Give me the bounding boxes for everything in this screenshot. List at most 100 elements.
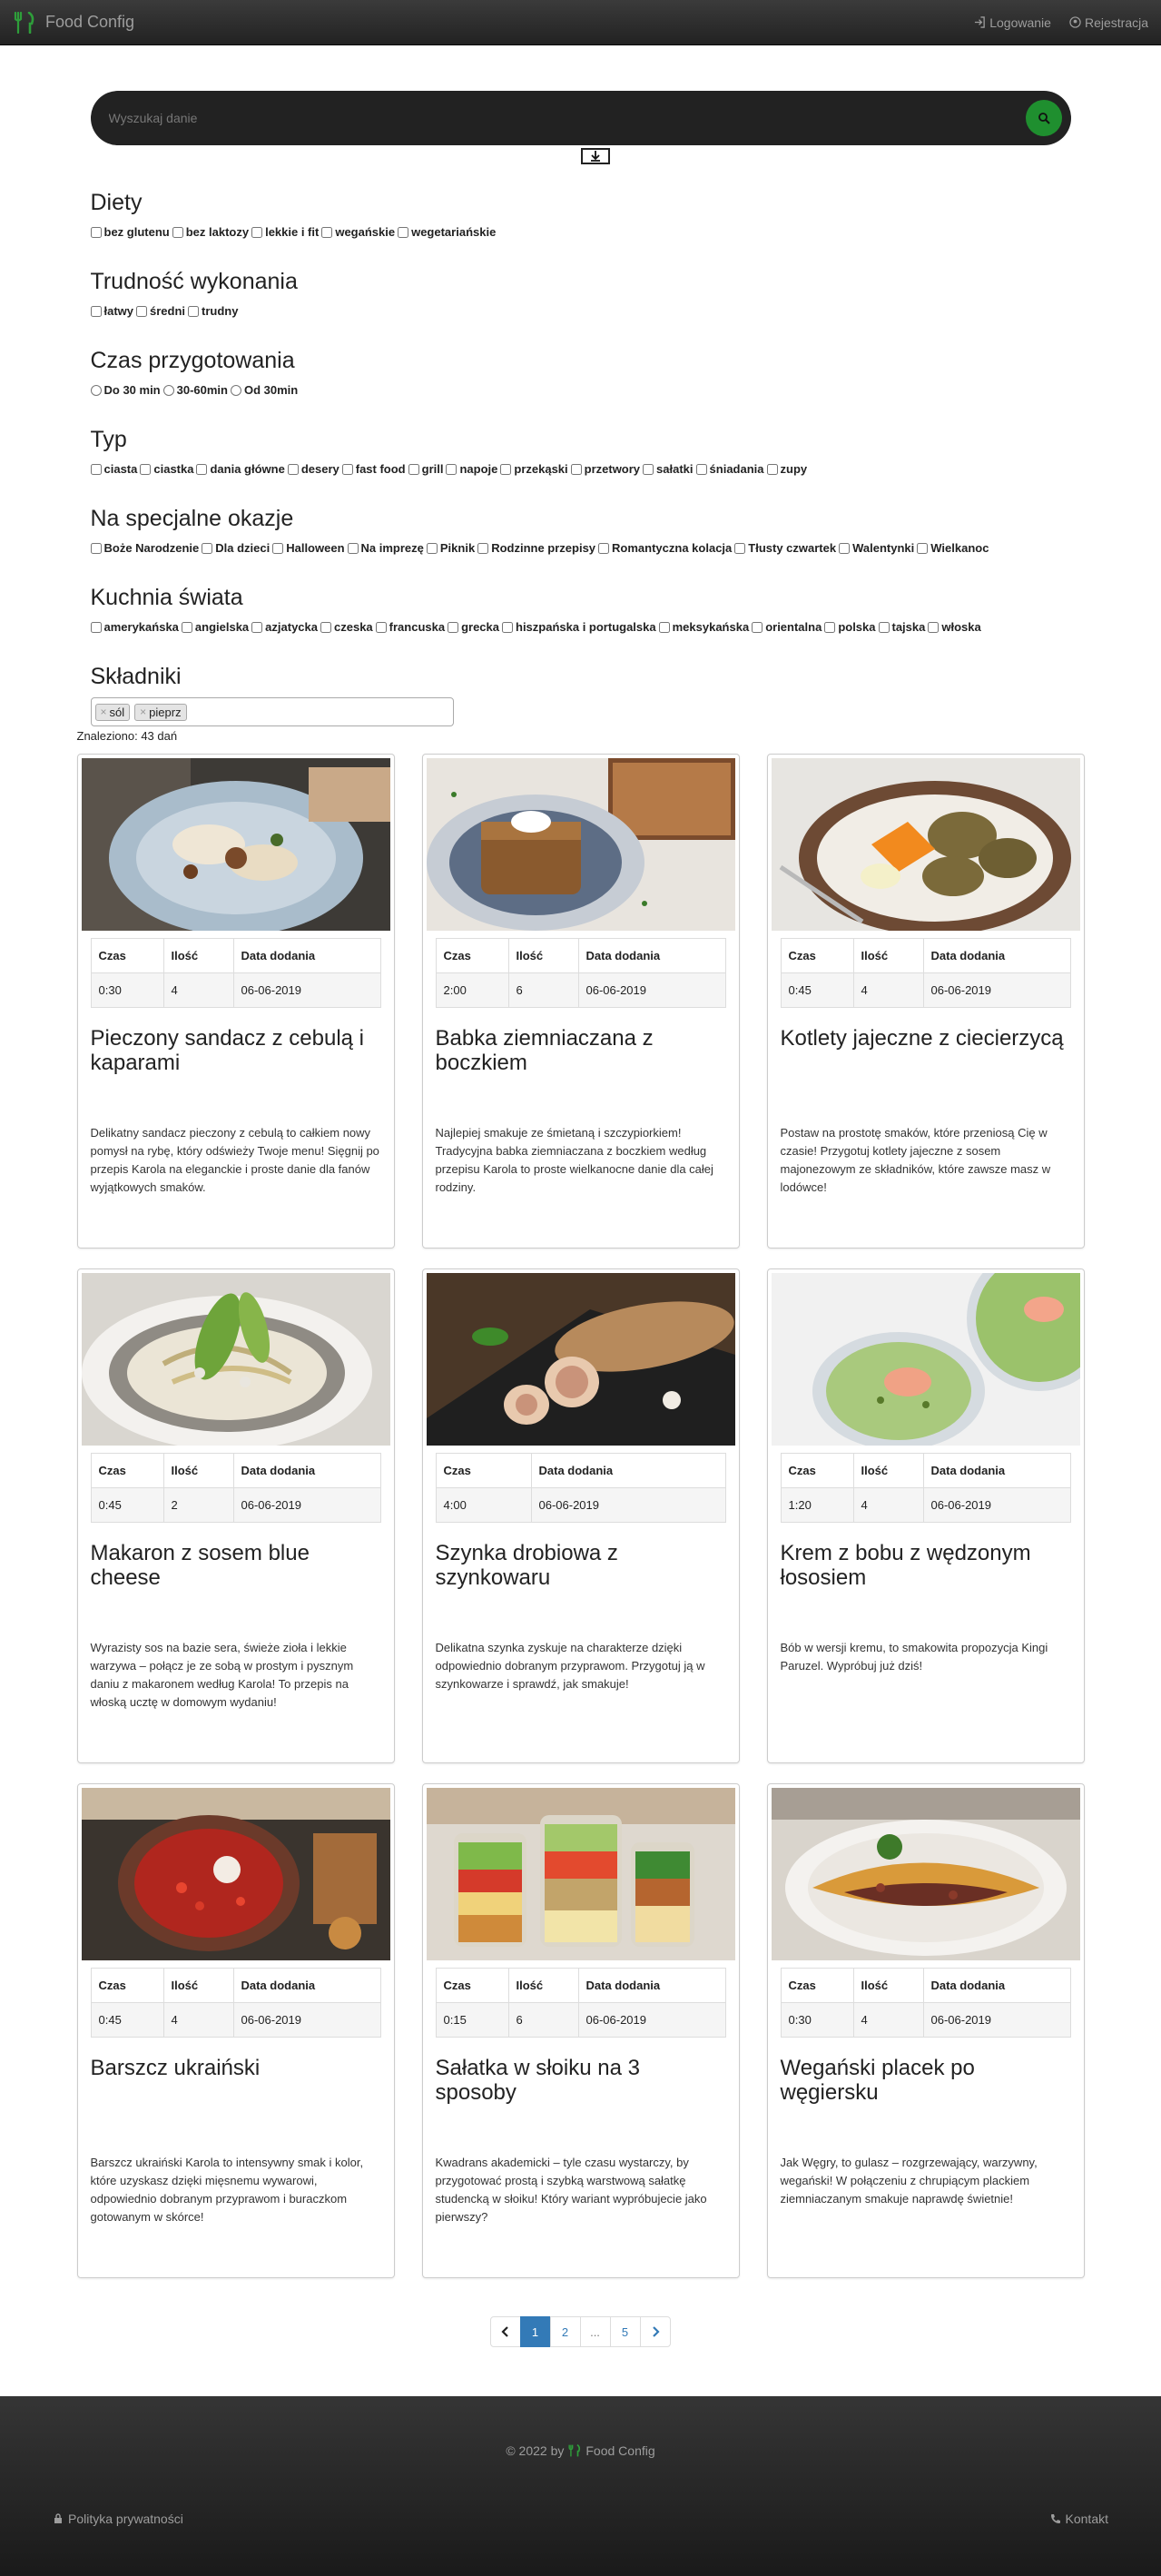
page-link[interactable]: 2 [549,2316,581,2347]
checkbox[interactable] [570,464,582,475]
filter-option[interactable]: francuska [375,618,445,637]
checkbox[interactable] [752,622,763,633]
checkbox[interactable] [658,622,670,633]
filter-option[interactable]: Tłusty czwartek [734,539,836,558]
filter-option[interactable]: amerykańska [90,618,179,637]
privacy-link[interactable]: Polityka prywatności [53,2512,183,2526]
recipe-image[interactable] [81,1273,390,1446]
checkbox[interactable] [500,464,512,475]
filter-option[interactable]: Romantyczna kolacja [598,539,732,558]
checkbox[interactable] [598,543,610,554]
recipe-image[interactable] [426,1273,735,1446]
recipe-card[interactable]: Czas Data dodania 4:00 06-06-2019 Szynka dro… [421,1268,740,1763]
checkbox[interactable] [90,306,102,317]
checkbox[interactable] [90,464,102,475]
filter-option[interactable]: włoska [928,618,981,637]
checkbox[interactable] [643,464,654,475]
checkbox[interactable] [734,543,746,554]
checkbox[interactable] [477,543,489,554]
checkbox[interactable] [446,464,458,475]
filter-option[interactable]: Halloween [272,539,345,558]
checkbox[interactable] [448,622,459,633]
recipe-card[interactable]: Czas Ilość Data dodania 0:45 4 06-06-2019 Kotl… [766,754,1085,1249]
recipe-title[interactable]: Pieczony sandacz z cebulą i kaparami [91,1026,381,1124]
recipe-image[interactable] [771,1788,1080,1960]
recipe-image[interactable] [426,758,735,931]
filter-option[interactable]: wegetariańskie [398,223,496,242]
filter-option[interactable]: napoje [446,460,497,479]
filter-option[interactable]: Na imprezę [347,539,424,558]
checkbox[interactable] [695,464,707,475]
filter-option[interactable]: grecka [448,618,499,637]
recipe-image[interactable] [771,1273,1080,1446]
recipe-card[interactable]: Czas Ilość Data dodania 2:00 6 06-06-2019 Babk… [421,754,740,1249]
filter-option[interactable]: fast food [341,460,406,479]
checkbox[interactable] [928,622,940,633]
recipe-card[interactable]: Czas Ilość Data dodania 0:30 4 06-06-2019 Piec… [76,754,395,1249]
checkbox[interactable] [287,464,299,475]
checkbox[interactable] [426,543,438,554]
filter-option[interactable]: trudny [188,302,238,321]
filter-option[interactable]: orientalna [752,618,822,637]
search-button[interactable] [1025,100,1062,136]
recipe-image[interactable] [81,758,390,931]
checkbox[interactable] [188,306,200,317]
filter-option[interactable]: ciastka [140,460,193,479]
toggle-filters-button[interactable] [580,148,610,164]
radio-button[interactable] [90,385,102,396]
checkbox[interactable] [320,622,331,633]
checkbox[interactable] [136,306,148,317]
filter-option[interactable]: angielska [181,618,249,637]
recipe-title[interactable]: Babka ziemniaczana z boczkiem [436,1026,726,1124]
filter-option[interactable]: średni [136,302,185,321]
checkbox[interactable] [90,622,102,633]
radio-button[interactable] [231,385,241,396]
checkbox[interactable] [341,464,353,475]
filter-option[interactable]: 30-60min [162,381,228,400]
recipe-title[interactable]: Kotlety jajeczne z ciecierzycą [781,1026,1071,1124]
filter-option[interactable]: Wielkanoc [917,539,989,558]
recipe-title[interactable]: Makaron z sosem blue cheese [91,1541,381,1639]
filter-option[interactable]: azjatycka [251,618,318,637]
filter-option[interactable]: Dla dzieci [202,539,270,558]
checkbox[interactable] [140,464,152,475]
recipe-card[interactable]: Czas Ilość Data dodania 0:30 4 06-06-2019 Wega… [766,1783,1085,2278]
page-link[interactable]: 1 [519,2316,551,2347]
recipe-card[interactable]: Czas Ilość Data dodania 1:20 4 06-06-2019 Krem… [766,1268,1085,1763]
page-link[interactable]: 5 [609,2316,641,2347]
filter-option[interactable]: meksykańska [658,618,749,637]
checkbox[interactable] [181,622,192,633]
recipe-title[interactable]: Wegański placek po węgiersku [781,2056,1071,2154]
recipe-title[interactable]: Sałatka w słoiku na 3 sposoby [436,2056,726,2154]
recipe-image[interactable] [81,1788,390,1960]
remove-tag-icon[interactable]: × [101,706,107,718]
filter-option[interactable]: zupy [766,460,807,479]
radio-button[interactable] [162,385,174,396]
checkbox[interactable] [90,543,102,554]
filter-option[interactable]: grill [408,460,443,479]
recipe-image[interactable] [771,758,1080,931]
prev-page-button[interactable] [489,2316,521,2347]
filter-option[interactable]: bez laktozy [172,223,249,242]
filter-option[interactable]: Rodzinne przepisy [477,539,595,558]
login-link[interactable]: Logowanie [974,15,1051,30]
next-page-button[interactable] [639,2316,671,2347]
recipe-card[interactable]: Czas Ilość Data dodania 0:45 2 06-06-2019 Maka… [76,1268,395,1763]
recipe-card[interactable]: Czas Ilość Data dodania 0:15 6 06-06-2019 Sała… [421,1783,740,2278]
checkbox[interactable] [408,464,419,475]
filter-option[interactable]: polska [824,618,876,637]
checkbox[interactable] [202,543,213,554]
filter-option[interactable]: bez glutenu [90,223,170,242]
filter-option[interactable]: Od 30min [231,381,298,400]
filter-option[interactable]: Boże Narodzenie [90,539,199,558]
register-link[interactable]: Rejestracja [1069,15,1148,30]
filter-option[interactable]: Walentynki [839,539,914,558]
filter-option[interactable]: śniadania [695,460,764,479]
filter-option[interactable]: ciasta [90,460,137,479]
filter-option[interactable]: desery [287,460,339,479]
recipe-title[interactable]: Krem z bobu z wędzonym łososiem [781,1541,1071,1639]
filter-option[interactable]: tajska [878,618,925,637]
search-input[interactable] [108,111,1026,125]
checkbox[interactable] [251,622,263,633]
filter-option[interactable]: wegańskie [321,223,395,242]
